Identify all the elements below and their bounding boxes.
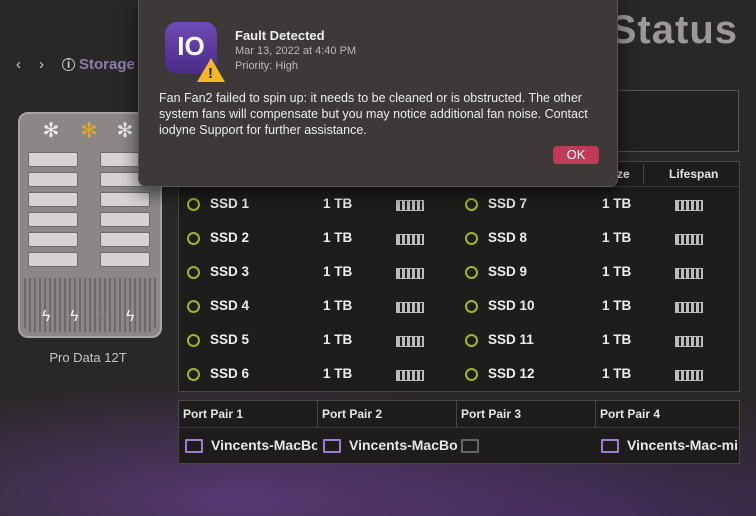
ssd-size: 1 TB bbox=[323, 366, 353, 381]
ssd-row[interactable]: SSD 5 bbox=[187, 328, 249, 352]
ssd-row[interactable]: SSD 9 bbox=[465, 260, 527, 284]
computer-icon bbox=[461, 439, 479, 454]
ssd-row[interactable]: SSD 6 bbox=[187, 362, 249, 386]
ssd-name: SSD 2 bbox=[210, 230, 250, 245]
ssd-row[interactable]: SSD 7 bbox=[465, 192, 527, 216]
lifespan-icon bbox=[396, 336, 424, 347]
computer-icon bbox=[185, 439, 203, 454]
forward-button[interactable]: › bbox=[39, 56, 44, 73]
ssd-row[interactable]: SSD 8 bbox=[465, 226, 527, 250]
ssd-name: SSD 8 bbox=[488, 230, 528, 245]
breadcrumb-storage: Storage bbox=[79, 56, 135, 73]
app-icon: IO ! bbox=[165, 22, 225, 82]
lifespan-icon bbox=[675, 302, 703, 313]
lifespan-icon bbox=[396, 370, 424, 381]
port-cell[interactable]: Vincents-MacBoo bbox=[185, 431, 317, 459]
computer-icon bbox=[601, 439, 619, 454]
ssd-size: 1 TB bbox=[323, 298, 353, 313]
lifespan-icon bbox=[396, 302, 424, 313]
lifespan-icon bbox=[675, 268, 703, 279]
ssd-size: 1 TB bbox=[323, 196, 353, 211]
ssd-name: SSD 12 bbox=[488, 366, 535, 381]
ssd-row[interactable]: SSD 3 bbox=[187, 260, 249, 284]
ssd-name: SSD 1 bbox=[210, 196, 250, 211]
ssd-row[interactable]: SSD 1 bbox=[187, 192, 249, 216]
ssd-size: 1 TB bbox=[602, 298, 632, 313]
ssd-row[interactable]: SSD 4 bbox=[187, 294, 249, 318]
dialog-date: Mar 13, 2022 at 4:40 PM bbox=[235, 45, 357, 57]
ok-button[interactable]: OK bbox=[553, 146, 599, 164]
lifespan-icon bbox=[675, 200, 703, 211]
thunderbolt-icon: ϟ bbox=[98, 308, 107, 325]
lifespan-icon bbox=[396, 200, 424, 211]
port-cell[interactable]: Vincents-Mac-mi bbox=[601, 431, 737, 459]
breadcrumb[interactable]: i Storage bbox=[62, 56, 135, 73]
ssd-size: 1 TB bbox=[602, 230, 632, 245]
ssd-name: SSD 4 bbox=[210, 298, 250, 313]
ssd-name: SSD 9 bbox=[488, 264, 528, 279]
port-cell[interactable] bbox=[461, 431, 595, 459]
ssd-size: 1 TB bbox=[323, 332, 353, 347]
column-header-port-pair-1: Port Pair 1 bbox=[179, 401, 318, 427]
lifespan-icon bbox=[675, 336, 703, 347]
column-header-port-pair-2: Port Pair 2 bbox=[318, 401, 457, 427]
lifespan-icon bbox=[675, 234, 703, 245]
ssd-row[interactable]: SSD 12 bbox=[465, 362, 535, 386]
ssd-name: SSD 3 bbox=[210, 264, 250, 279]
ssd-row[interactable]: SSD 11 bbox=[465, 328, 534, 352]
thunderbolt-icon: ϟ bbox=[126, 308, 135, 325]
fan-warning-icon: ✻ bbox=[80, 120, 98, 142]
info-panel bbox=[612, 90, 739, 152]
port-host: Vincents-Mac-mi bbox=[627, 437, 737, 453]
ssd-row[interactable]: SSD 10 bbox=[465, 294, 535, 318]
ssd-size: 1 TB bbox=[602, 366, 632, 381]
fan-icon: ✻ bbox=[42, 120, 60, 142]
ssd-name: SSD 10 bbox=[488, 298, 535, 313]
port-host: Vincents-MacBoo bbox=[211, 437, 317, 453]
app-icon-text: IO bbox=[177, 31, 205, 61]
ssd-name: SSD 7 bbox=[488, 196, 528, 211]
computer-icon bbox=[323, 439, 341, 454]
column-header-size: ze bbox=[617, 167, 630, 181]
lifespan-icon bbox=[396, 268, 424, 279]
fault-alert-dialog: IO ! Fault Detected Mar 13, 2022 at 4:40… bbox=[138, 0, 618, 187]
ssd-size: 1 TB bbox=[602, 332, 632, 347]
ssd-row[interactable]: SSD 2 bbox=[187, 226, 249, 250]
ssd-table: ze Lifespan SSD 1 SSD 2 SSD 3 SSD 4 SSD … bbox=[178, 161, 740, 392]
thunderbolt-icon: ϟ bbox=[42, 308, 51, 325]
fan-icon: ✻ bbox=[116, 120, 134, 142]
column-header-lifespan: Lifespan bbox=[669, 167, 719, 181]
dialog-message: Fan Fan2 failed to spin up: it needs to … bbox=[159, 91, 588, 137]
ssd-name: SSD 5 bbox=[210, 332, 250, 347]
ssd-size: 1 TB bbox=[602, 196, 632, 211]
ssd-name: SSD 6 bbox=[210, 366, 250, 381]
thunderbolt-icon: ϟ bbox=[70, 308, 79, 325]
port-cell[interactable]: Vincents-MacBoo bbox=[323, 431, 457, 459]
page-title: Status bbox=[609, 8, 738, 52]
port-table: Port Pair 1 Port Pair 2 Port Pair 3 Port… bbox=[178, 400, 740, 464]
navigation-bar: ‹ › i Storage bbox=[16, 56, 135, 73]
dialog-priority: Priority: High bbox=[235, 60, 298, 72]
column-header-port-pair-3: Port Pair 3 bbox=[457, 401, 596, 427]
back-button[interactable]: ‹ bbox=[16, 56, 21, 73]
lifespan-icon bbox=[675, 370, 703, 381]
ssd-size: 1 TB bbox=[323, 230, 353, 245]
device-label: Pro Data 12T bbox=[49, 350, 127, 365]
column-header-port-pair-4: Port Pair 4 bbox=[600, 407, 661, 421]
ssd-size: 1 TB bbox=[602, 264, 632, 279]
info-icon: i bbox=[62, 58, 75, 71]
port-host: Vincents-MacBoo bbox=[349, 437, 457, 453]
ssd-name: SSD 11 bbox=[488, 332, 534, 347]
dialog-title: Fault Detected bbox=[235, 28, 325, 43]
warning-exclamation: ! bbox=[208, 65, 213, 82]
lifespan-icon bbox=[396, 234, 424, 245]
ssd-size: 1 TB bbox=[323, 264, 353, 279]
